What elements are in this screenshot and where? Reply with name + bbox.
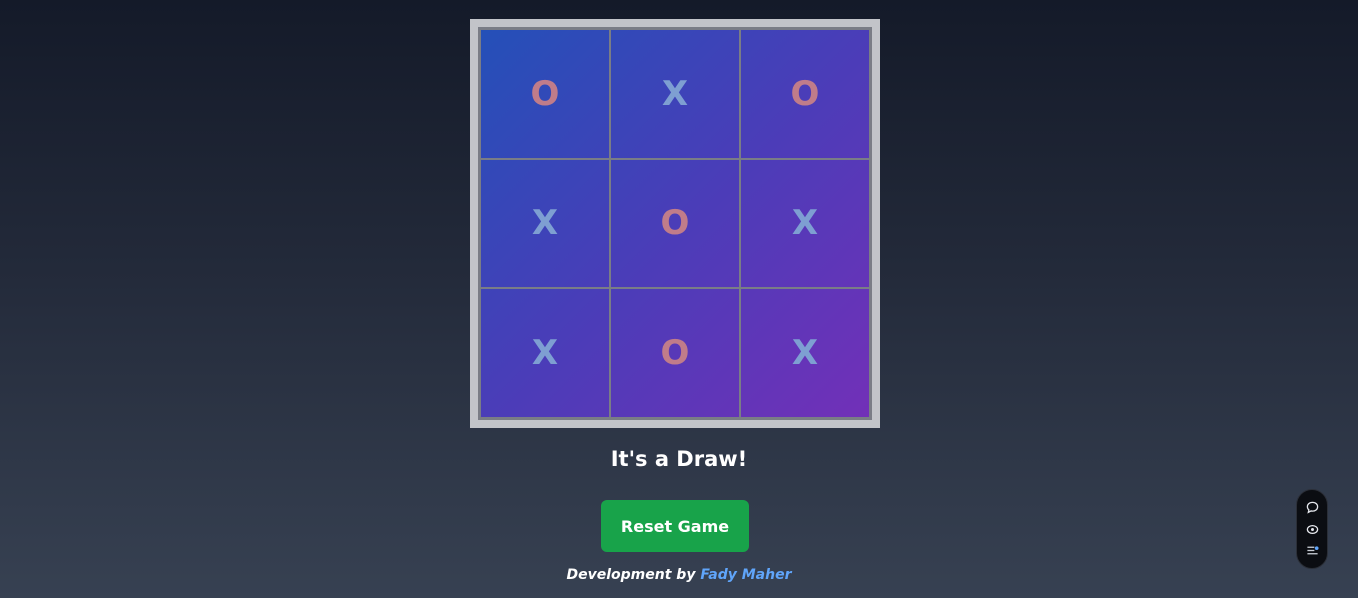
- footer-credit: Development by Fady Maher: [0, 567, 1358, 583]
- chat-bubble-icon[interactable]: [1304, 500, 1320, 516]
- board-cell-2[interactable]: X: [610, 29, 740, 159]
- footer-prefix: Development by: [566, 567, 696, 583]
- game-board-frame: O X O X O X X O X: [470, 19, 880, 428]
- board-cell-4[interactable]: X: [480, 158, 610, 289]
- list-settings-icon[interactable]: [1304, 543, 1320, 559]
- side-toolbar: [1296, 489, 1328, 569]
- game-status: It's a Draw!: [610, 447, 748, 471]
- board-cell-1[interactable]: O: [480, 29, 610, 159]
- reset-game-button[interactable]: Reset Game: [601, 500, 749, 552]
- board-cell-9[interactable]: X: [740, 288, 870, 418]
- board-cell-6[interactable]: X: [740, 158, 870, 289]
- board-cell-5[interactable]: O: [610, 158, 740, 289]
- board-cell-7[interactable]: X: [480, 288, 610, 418]
- game-board: O X O X O X X O X: [478, 27, 872, 420]
- author-link[interactable]: Fady Maher: [700, 567, 791, 583]
- eye-icon[interactable]: [1304, 521, 1320, 537]
- board-cell-8[interactable]: O: [610, 288, 740, 418]
- board-cell-3[interactable]: O: [740, 29, 870, 159]
